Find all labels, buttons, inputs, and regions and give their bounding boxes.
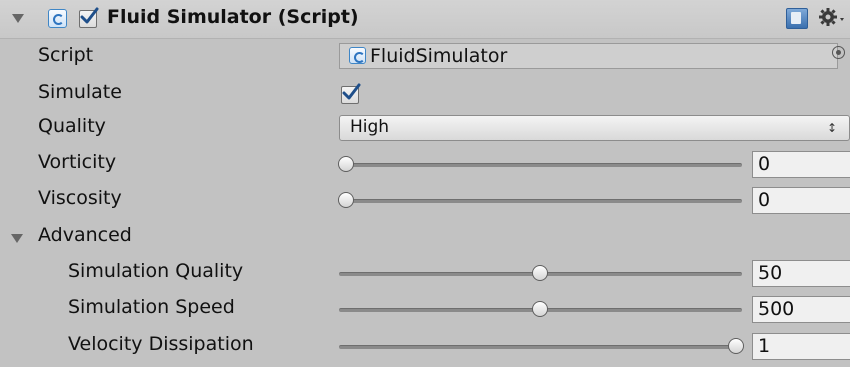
viscosity-slider-thumb[interactable] (338, 192, 354, 208)
viscosity-row: Viscosity 0 (0, 183, 850, 219)
component-header[interactable]: Fluid Simulator (Script) (0, 0, 850, 39)
gear-icon[interactable] (818, 7, 846, 34)
viscosity-input[interactable]: 0 (752, 187, 850, 214)
vorticity-slider-thumb[interactable] (338, 156, 354, 172)
velocity-dissipation-input[interactable]: 1 (752, 333, 850, 360)
vorticity-value: 0 (758, 153, 771, 175)
simulation-speed-value: 500 (758, 298, 795, 320)
velocity-dissipation-slider-thumb[interactable] (728, 338, 744, 354)
quality-value: High (350, 117, 390, 137)
velocity-dissipation-value: 1 (758, 335, 771, 357)
vorticity-input[interactable]: 0 (752, 151, 850, 178)
simulation-speed-slider-thumb[interactable] (532, 301, 548, 317)
triangle-down-icon[interactable] (11, 234, 23, 243)
component-enabled-checkbox[interactable] (79, 7, 99, 28)
simulation-quality-input[interactable]: 50 (752, 260, 850, 287)
simulate-label: Simulate (38, 81, 122, 103)
simulation-speed-row: Simulation Speed 500 (0, 292, 850, 328)
velocity-dissipation-row: Velocity Dissipation 1 (0, 329, 850, 365)
object-picker-icon[interactable] (832, 46, 845, 59)
simulate-checkbox[interactable] (341, 83, 361, 104)
simulation-quality-row: Simulation Quality 50 (0, 256, 850, 292)
foldout-triangle-down-icon[interactable] (12, 14, 24, 23)
dropdown-arrows-icon: ↕ (827, 121, 838, 135)
advanced-foldout-row[interactable]: Advanced (0, 220, 850, 256)
script-object-field[interactable]: FluidSimulator (339, 43, 838, 69)
csharp-script-icon (48, 9, 67, 28)
script-value: FluidSimulator (370, 45, 508, 67)
quality-row: Quality High ↕ (0, 111, 850, 147)
checkmark-icon (342, 83, 361, 100)
viscosity-value: 0 (758, 189, 771, 211)
simulate-row: Simulate (0, 77, 850, 113)
advanced-label: Advanced (38, 224, 132, 246)
velocity-dissipation-slider-track[interactable] (339, 345, 742, 349)
simulation-speed-label: Simulation Speed (68, 296, 235, 318)
quality-label: Quality (38, 115, 106, 137)
simulation-speed-input[interactable]: 500 (752, 296, 850, 323)
simulation-quality-slider-thumb[interactable] (532, 265, 548, 281)
simulation-quality-value: 50 (758, 262, 783, 284)
inspector-panel: Fluid Simulator (Script) Script FluidSim… (0, 0, 850, 367)
vorticity-row: Vorticity 0 (0, 147, 850, 183)
help-book-icon[interactable] (786, 8, 808, 29)
csharp-script-icon (349, 47, 366, 64)
component-title: Fluid Simulator (Script) (107, 6, 359, 28)
velocity-dissipation-label: Velocity Dissipation (68, 333, 254, 355)
checkmark-icon (80, 7, 99, 24)
script-label: Script (38, 44, 94, 66)
simulation-quality-label: Simulation Quality (68, 260, 244, 282)
quality-dropdown[interactable]: High (339, 115, 850, 141)
viscosity-slider-track[interactable] (339, 199, 742, 203)
vorticity-label: Vorticity (38, 151, 117, 173)
script-row: Script FluidSimulator (0, 40, 850, 76)
viscosity-label: Viscosity (38, 187, 122, 209)
vorticity-slider-track[interactable] (339, 163, 742, 167)
